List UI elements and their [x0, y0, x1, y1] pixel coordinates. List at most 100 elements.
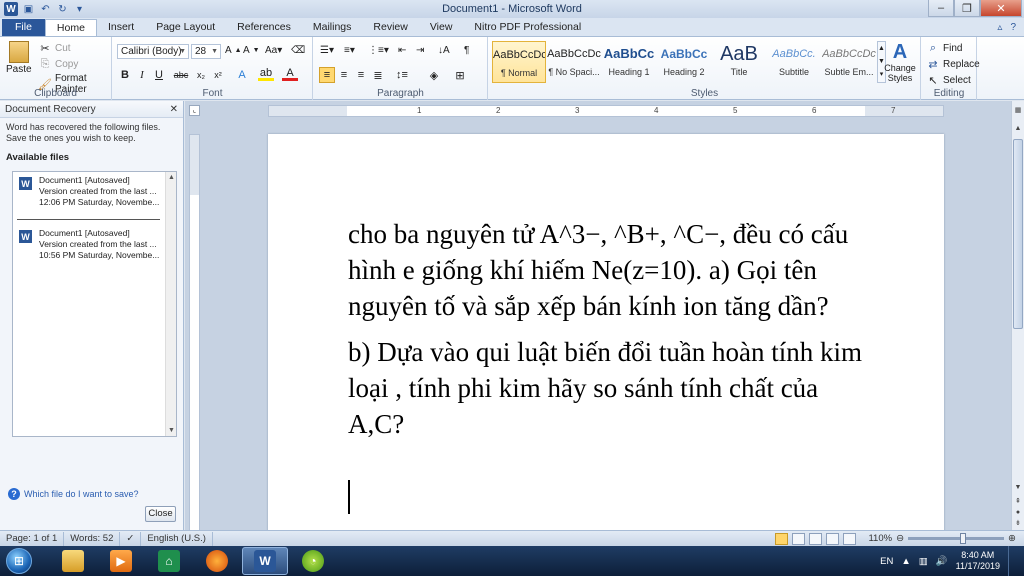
bullets-button[interactable]: ☰▾	[320, 45, 334, 56]
save-icon[interactable]: ▣	[22, 3, 35, 16]
line-spacing-button[interactable]: ↕≡	[394, 67, 410, 83]
minimize-button[interactable]: –	[928, 0, 954, 17]
next-page-icon[interactable]: ⇟	[1012, 518, 1024, 530]
scroll-up-icon[interactable]: ▲	[166, 172, 177, 183]
document-page[interactable]: cho ba nguyên tử A^3−, ^B+, ^C−, đều có …	[268, 134, 944, 530]
borders-button[interactable]: ⊞	[452, 67, 468, 83]
close-window-button[interactable]: ✕	[980, 0, 1022, 17]
replace-button[interactable]: ⇄ Replace	[926, 57, 979, 71]
language-indicator[interactable]: English (U.S.)	[141, 531, 213, 546]
copy-button[interactable]: ⎘ Copy	[38, 57, 79, 71]
subscript-button[interactable]: x₂	[193, 67, 209, 83]
align-right-button[interactable]: ≡	[353, 67, 369, 83]
ruler-toggle-icon[interactable]: ▦	[1012, 105, 1024, 117]
underline-button[interactable]: U	[151, 67, 167, 83]
font-family-select[interactable]: Calibri (Body) ▼	[117, 44, 189, 59]
word-app-icon[interactable]: W	[4, 2, 18, 16]
network-icon[interactable]: ▥	[919, 556, 928, 567]
horizontal-ruler[interactable]: 1 2 3 4 5 6 7	[268, 105, 944, 117]
sort-button[interactable]: ↓A	[438, 45, 450, 56]
text-effects-button[interactable]: A	[234, 67, 250, 83]
scroll-down-icon[interactable]: ▼	[166, 425, 177, 436]
zoom-out-icon[interactable]: ⊖	[896, 533, 904, 544]
strikethrough-button[interactable]: abc	[173, 67, 189, 83]
spelling-check-icon[interactable]: ✓	[120, 531, 142, 546]
font-size-select[interactable]: 28 ▼	[191, 44, 221, 59]
tab-page-layout[interactable]: Page Layout	[145, 19, 226, 36]
zoom-in-icon[interactable]: ⊕	[1008, 533, 1016, 544]
show-hidden-icons[interactable]: ▲	[901, 556, 910, 567]
outline-view-icon[interactable]	[826, 532, 840, 545]
justify-button[interactable]: ≣	[370, 67, 386, 83]
print-layout-view-icon[interactable]	[775, 532, 789, 545]
word-count[interactable]: Words: 52	[64, 531, 121, 546]
zoom-level[interactable]: 110%	[868, 533, 892, 544]
document-paragraph[interactable]: b) Dựa vào qui luật biến đổi tuần hoàn t…	[348, 334, 868, 442]
scroll-up-icon[interactable]: ▲	[1012, 123, 1024, 135]
tab-selector[interactable]: ⌞	[189, 105, 200, 116]
tab-references[interactable]: References	[226, 19, 302, 36]
taskbar-firefox[interactable]	[194, 547, 240, 575]
show-desktop-button[interactable]	[1008, 546, 1018, 576]
style-normal[interactable]: AaBbCcDc ¶ Normal	[492, 41, 546, 83]
tab-home[interactable]: Home	[44, 19, 97, 36]
which-file-help-link[interactable]: ? Which file do I want to save?	[8, 488, 139, 500]
start-button[interactable]: ⊞	[0, 546, 38, 576]
style-subtle-emphasis[interactable]: AaBbCcDc Subtle Em...	[822, 41, 876, 83]
customize-qat-icon[interactable]: ▾	[73, 3, 86, 16]
taskbar-word[interactable]: W	[242, 547, 288, 575]
draft-view-icon[interactable]	[843, 532, 857, 545]
tab-nitro-pdf[interactable]: Nitro PDF Professional	[463, 19, 592, 36]
clear-formatting-icon[interactable]: ⌫	[291, 45, 305, 56]
volume-icon[interactable]: 🔊	[936, 556, 948, 567]
tab-insert[interactable]: Insert	[97, 19, 145, 36]
style-title[interactable]: AaB Title	[712, 41, 766, 83]
help-icon[interactable]: ?	[1010, 22, 1016, 33]
increase-indent-button[interactable]: ⇥	[416, 45, 424, 56]
recovered-file-item[interactable]: W Document1 [Autosaved] Version created …	[17, 228, 162, 266]
tab-review[interactable]: Review	[362, 19, 418, 36]
redo-icon[interactable]: ↻	[56, 3, 69, 16]
document-paragraph[interactable]: cho ba nguyên tử A^3−, ^B+, ^C−, đều có …	[348, 216, 868, 324]
close-pane-icon[interactable]: ✕	[170, 101, 178, 118]
shrink-font-button[interactable]: A ▼	[243, 45, 260, 56]
zoom-slider-knob[interactable]	[960, 533, 967, 544]
numbering-button[interactable]: ≡▾	[344, 45, 355, 56]
file-list-scrollbar[interactable]: ▲ ▼	[165, 172, 176, 436]
vertical-ruler[interactable]	[189, 134, 200, 530]
input-language[interactable]: EN	[880, 556, 893, 567]
recovered-file-item[interactable]: W Document1 [Autosaved] Version created …	[17, 175, 162, 213]
tab-view[interactable]: View	[419, 19, 464, 36]
show-formatting-marks-button[interactable]: ¶	[464, 45, 469, 56]
style-no-spacing[interactable]: AaBbCcDc ¶ No Spaci...	[547, 41, 601, 83]
maximize-button[interactable]: ❐	[954, 0, 980, 17]
find-button[interactable]: ⌕ Find	[926, 41, 963, 55]
select-button[interactable]: ↖ Select	[926, 73, 970, 87]
tab-mailings[interactable]: Mailings	[302, 19, 363, 36]
style-heading-2[interactable]: AaBbCc Heading 2	[657, 41, 711, 83]
style-heading-1[interactable]: AaBbCc Heading 1	[602, 41, 656, 83]
taskbar-explorer[interactable]	[50, 547, 96, 575]
cut-button[interactable]: ✂ Cut	[38, 41, 70, 55]
vertical-scrollbar[interactable]: ▦ ▲ ▼ ⇞ ● ⇟	[1011, 101, 1024, 530]
style-subtitle[interactable]: AaBbCc. Subtitle	[767, 41, 821, 83]
change-styles-button[interactable]: A Change Styles	[880, 41, 920, 83]
taskbar-app-lime[interactable]: ◔	[290, 547, 336, 575]
shading-button[interactable]: ◈	[426, 67, 442, 83]
scrollbar-thumb[interactable]	[1013, 139, 1023, 329]
highlight-button[interactable]: ab	[258, 67, 274, 81]
minimize-ribbon-icon[interactable]: ▵	[997, 22, 1002, 33]
web-layout-icon[interactable]	[809, 532, 823, 545]
multilevel-list-button[interactable]: ⋮≡▾	[368, 45, 389, 56]
superscript-button[interactable]: x²	[210, 67, 226, 83]
paste-button[interactable]: Paste	[6, 41, 32, 75]
italic-button[interactable]: I	[134, 67, 150, 83]
clock[interactable]: 8:40 AM 11/17/2019	[956, 550, 1000, 572]
scroll-down-icon[interactable]: ▼	[1012, 482, 1024, 494]
document-body[interactable]: cho ba nguyên tử A^3−, ^B+, ^C−, đều có …	[348, 216, 868, 452]
grow-font-button[interactable]: A ▲	[225, 45, 242, 56]
full-screen-reading-icon[interactable]	[792, 532, 806, 545]
page-count[interactable]: Page: 1 of 1	[0, 531, 65, 546]
zoom-slider[interactable]	[908, 533, 1005, 544]
align-center-button[interactable]: ≡	[336, 67, 352, 83]
